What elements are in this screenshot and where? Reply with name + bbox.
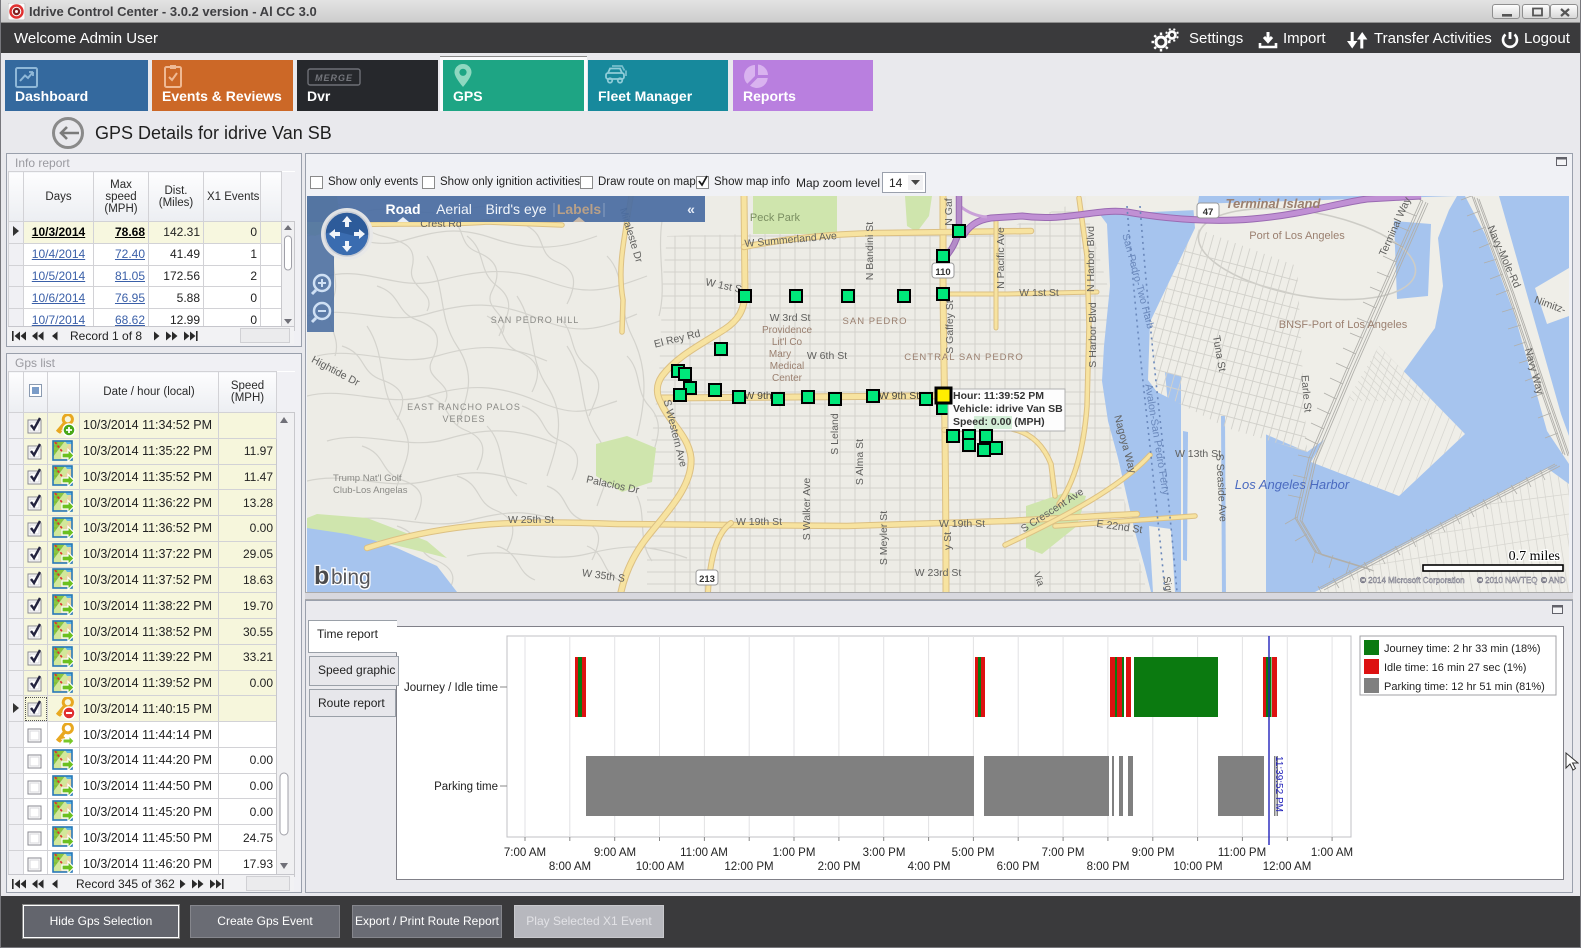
- svg-text:W 9th St: W 9th St: [879, 390, 919, 402]
- svg-text:SAN PEDRO HILL: SAN PEDRO HILL: [491, 315, 580, 325]
- svg-text:1:00 PM: 1:00 PM: [773, 847, 816, 859]
- svg-text:N Pacific Ave: N Pacific Ave: [995, 227, 1007, 289]
- svg-text:Labels: Labels: [557, 201, 602, 217]
- svg-text:EAST RANCHO PALOS: EAST RANCHO PALOS: [407, 402, 521, 412]
- svg-text:© 2014 Microsoft Corporation: © 2014 Microsoft Corporation: [1360, 576, 1465, 585]
- svg-text:10:00 AM: 10:00 AM: [636, 861, 685, 873]
- svg-text:BNSF-Port of Los Angeles: BNSF-Port of Los Angeles: [1279, 319, 1408, 331]
- svg-text:Trump Nat'l Golf: Trump Nat'l Golf: [333, 473, 402, 484]
- svg-text:Los Angeles Harbor: Los Angeles Harbor: [1235, 477, 1350, 492]
- svg-text:Mary: Mary: [769, 349, 791, 360]
- svg-text:Speed: 0.00 (MPH): Speed: 0.00 (MPH): [953, 416, 1045, 428]
- svg-text:Sign: Sign: [1160, 576, 1174, 592]
- svg-text:2:00 PM: 2:00 PM: [818, 861, 861, 873]
- svg-text:S Meyler St: S Meyler St: [878, 511, 890, 565]
- svg-text:Terminal Island: Terminal Island: [1226, 196, 1322, 211]
- svg-text:Center: Center: [772, 373, 803, 384]
- svg-text:b: b: [314, 562, 329, 590]
- svg-text:W 23rd St: W 23rd St: [915, 567, 962, 579]
- svg-text:213: 213: [699, 574, 715, 585]
- svg-text:MERGE: MERGE: [315, 73, 353, 83]
- svg-text:Parking time: 12 hr 51 min (81: Parking time: 12 hr 51 min (81%): [1384, 681, 1545, 693]
- svg-text:0.7 miles: 0.7 miles: [1509, 549, 1560, 564]
- svg-text:11:00 PM: 11:00 PM: [1218, 847, 1266, 859]
- svg-text:1:00 AM: 1:00 AM: [1311, 847, 1353, 859]
- svg-text:5:00 PM: 5:00 PM: [952, 847, 995, 859]
- svg-text:9:00 PM: 9:00 PM: [1132, 847, 1175, 859]
- svg-text:8:00 AM: 8:00 AM: [549, 861, 591, 873]
- svg-text:Idle time: 16 min 27 sec (1%): Idle time: 16 min 27 sec (1%): [1384, 662, 1526, 674]
- svg-text:3:00 PM: 3:00 PM: [863, 847, 906, 859]
- svg-text:Aerial: Aerial: [436, 201, 472, 217]
- svg-text:Journey time: 2 hr 33 min (18%: Journey time: 2 hr 33 min (18%): [1384, 643, 1541, 655]
- svg-text:7:00 PM: 7:00 PM: [1042, 847, 1085, 859]
- svg-text:W 1st St: W 1st St: [1019, 287, 1059, 299]
- svg-text:12:00 AM: 12:00 AM: [1263, 861, 1312, 873]
- svg-text:CENTRAL SAN PEDRO: CENTRAL SAN PEDRO: [904, 352, 1024, 363]
- svg-text:Parking time: Parking time: [434, 781, 498, 793]
- svg-text:© AND: © AND: [1541, 576, 1566, 585]
- svg-text:«: «: [687, 201, 695, 217]
- svg-text:10:00 PM: 10:00 PM: [1173, 861, 1222, 873]
- svg-text:S Gaffey St: S Gaffey St: [944, 300, 956, 354]
- svg-text:S Leland: S Leland: [829, 413, 841, 455]
- svg-text:S Harbor Blvd: S Harbor Blvd: [1087, 302, 1099, 368]
- svg-text:11:39:52 PM: 11:39:52 PM: [1273, 756, 1284, 812]
- svg-text:Hour: 11:39:52 PM: Hour: 11:39:52 PM: [953, 390, 1044, 402]
- svg-text:4:00 PM: 4:00 PM: [908, 861, 951, 873]
- svg-text:8:00 PM: 8:00 PM: [1087, 861, 1130, 873]
- svg-text:Vehicle: idrive Van SB: Vehicle: idrive Van SB: [953, 403, 1063, 415]
- svg-text:Journey / Idle time: Journey / Idle time: [404, 682, 498, 694]
- svg-text:110: 110: [935, 267, 950, 278]
- svg-text:y St: y St: [942, 532, 954, 550]
- svg-text:Port of Los Angeles: Port of Los Angeles: [1249, 230, 1345, 242]
- svg-text:11:00 AM: 11:00 AM: [680, 847, 728, 859]
- svg-text:W 25th St: W 25th St: [508, 514, 554, 526]
- svg-text:9:00 AM: 9:00 AM: [594, 847, 636, 859]
- svg-text:N Harbor Blvd: N Harbor Blvd: [1085, 226, 1097, 292]
- svg-text:W 19th St: W 19th St: [736, 516, 782, 528]
- svg-text:W 6th St: W 6th St: [807, 350, 847, 362]
- svg-text:© 2010 NAVTEQ: © 2010 NAVTEQ: [1477, 576, 1537, 585]
- svg-text:Medical: Medical: [770, 361, 804, 372]
- svg-text:Bird's eye: Bird's eye: [485, 201, 546, 217]
- svg-text:Peck Park: Peck Park: [750, 212, 801, 224]
- svg-text:W 19th St: W 19th St: [939, 518, 985, 530]
- svg-text:47: 47: [1203, 207, 1214, 218]
- svg-text:S Walker Ave: S Walker Ave: [801, 478, 813, 541]
- svg-text:bing: bing: [331, 566, 371, 589]
- svg-text:12:00 PM: 12:00 PM: [724, 861, 773, 873]
- svg-text:N Bandini St: N Bandini St: [864, 222, 876, 280]
- svg-text:N Gaf: N Gaf: [943, 198, 955, 226]
- svg-text:7:00 AM: 7:00 AM: [504, 847, 546, 859]
- svg-text:6:00 PM: 6:00 PM: [997, 861, 1040, 873]
- svg-text:W 3rd St: W 3rd St: [770, 312, 811, 324]
- svg-text:Road: Road: [386, 201, 421, 217]
- svg-text:Club-Los Angelas: Club-Los Angelas: [333, 485, 408, 496]
- svg-text:Lit'l Co: Lit'l Co: [772, 337, 803, 348]
- svg-text:VERDES: VERDES: [442, 414, 485, 424]
- svg-text:Providence: Providence: [762, 325, 812, 336]
- svg-text:SAN PEDRO: SAN PEDRO: [843, 316, 908, 327]
- svg-text:S Alma St: S Alma St: [854, 439, 866, 485]
